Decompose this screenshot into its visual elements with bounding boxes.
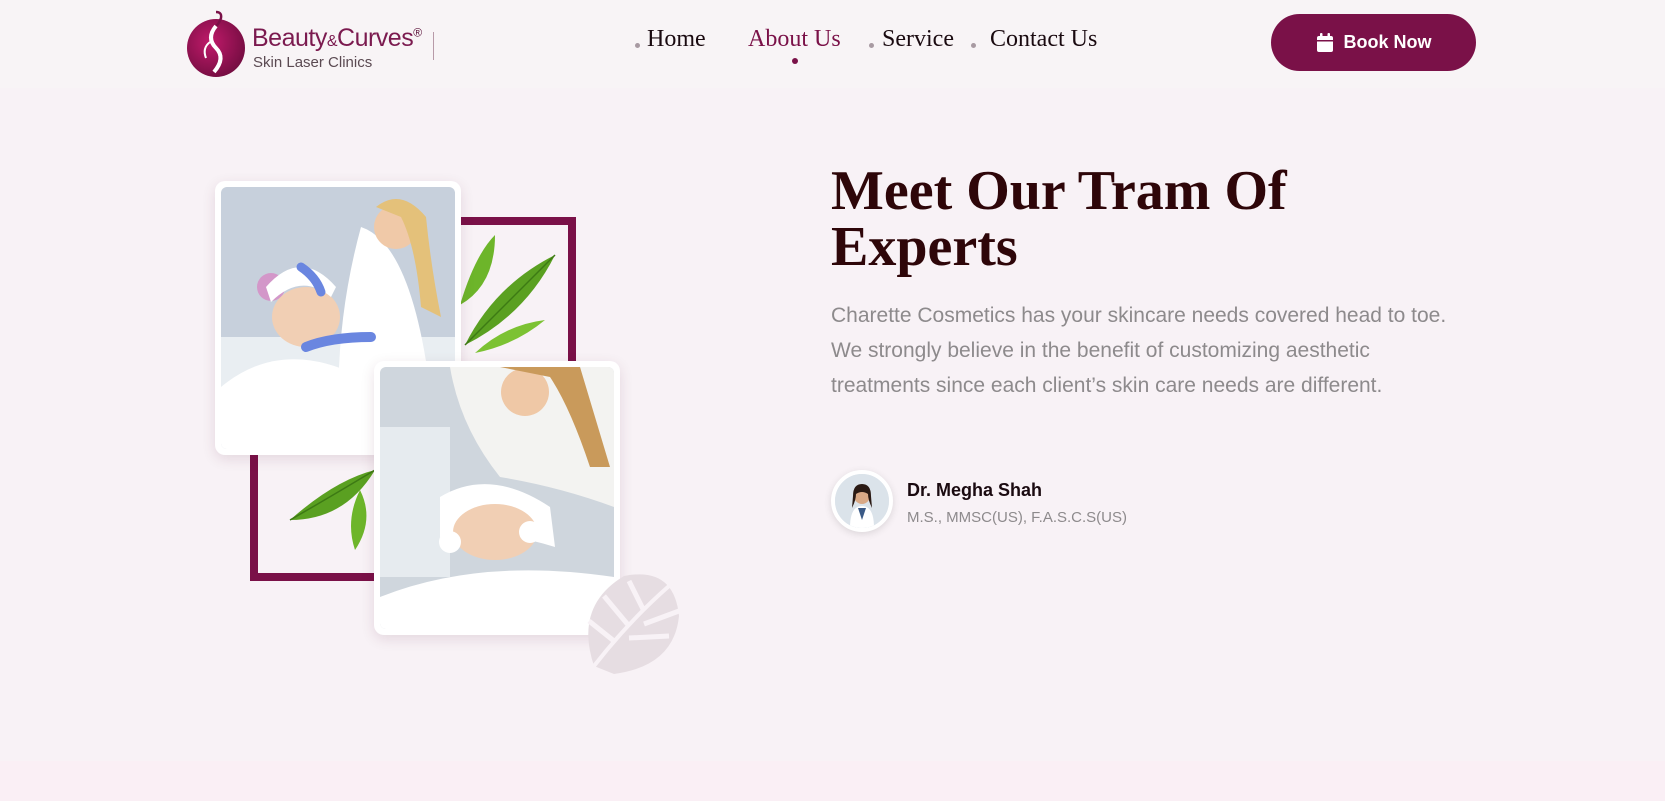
nav-active-indicator — [792, 58, 798, 64]
avatar — [831, 470, 893, 532]
logo-divider — [433, 32, 434, 60]
book-now-label: Book Now — [1343, 32, 1432, 52]
brand-name-amp: & — [326, 33, 338, 50]
doctor-credentials: M.S., MMSC(US), F.A.S.C.S(US) — [907, 509, 1128, 526]
section-description: Charette Cosmetics has your skincare nee… — [831, 304, 1447, 397]
brand-name-part1: Beauty — [252, 24, 327, 52]
nav-bullet — [971, 43, 976, 48]
nav-item-contact-us[interactable]: Contact Us — [990, 26, 1097, 53]
section-heading: Meet Our Tram Of Experts — [831, 160, 1287, 278]
nav-bullet — [869, 43, 874, 48]
doctor-avatar-image — [835, 474, 889, 528]
brand-logo[interactable]: Beauty&Curves® Skin Laser Clinics — [186, 6, 446, 78]
nav-item-service[interactable]: Service — [882, 26, 954, 53]
next-section-band — [0, 761, 1665, 801]
nav-item-about-us[interactable]: About Us — [748, 26, 841, 53]
brand-name-part2: Curves — [337, 24, 414, 52]
brand-tagline: Skin Laser Clinics — [253, 54, 373, 71]
leaf-icon — [460, 235, 556, 353]
calendar-icon — [1316, 32, 1333, 52]
logo-mark-icon — [187, 10, 245, 77]
nav-bullet — [635, 43, 640, 48]
registered-mark: ® — [413, 25, 422, 40]
nav-item-home[interactable]: Home — [647, 26, 706, 53]
brand-name: Beauty&Curves® — [252, 24, 422, 53]
leaf-icon — [289, 469, 376, 550]
book-now-button[interactable]: Book Now — [1271, 14, 1476, 71]
monstera-leaf-icon — [587, 574, 680, 674]
doctor-name: Dr. Megha Shah — [907, 480, 1043, 500]
site-header: Beauty&Curves® Skin Laser Clinics Home A… — [0, 0, 1665, 88]
